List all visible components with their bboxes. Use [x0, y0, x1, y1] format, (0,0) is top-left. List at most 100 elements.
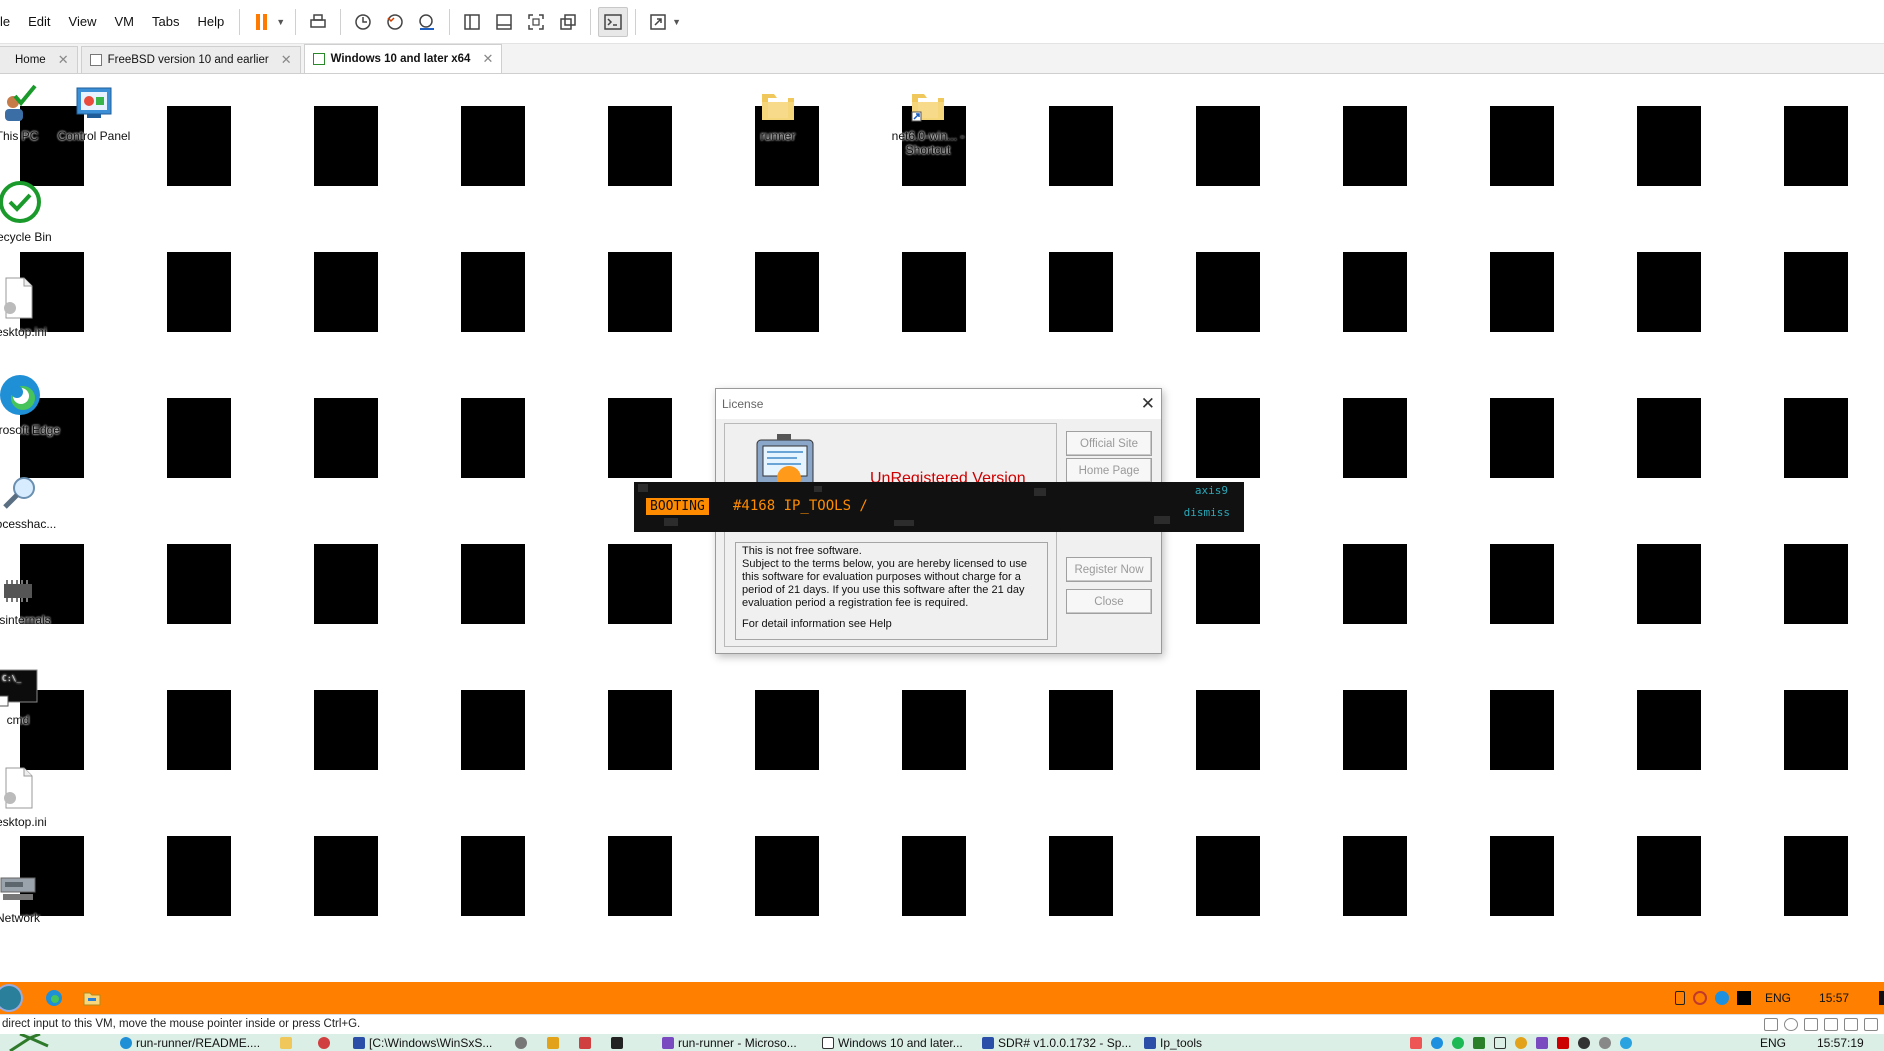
official-site-button[interactable]: Official Site: [1066, 431, 1152, 456]
revert-snapshot-button[interactable]: [380, 7, 410, 37]
spotify-icon[interactable]: [1452, 1036, 1464, 1049]
desktop-icon-cmd[interactable]: C:\_ cmd: [0, 668, 63, 727]
host-task-readme[interactable]: run-runner/README....: [120, 1034, 260, 1051]
desktop-icon-recycle-bin[interactable]: Recycle Bin: [0, 179, 65, 244]
sidebar-toggle-button[interactable]: [457, 7, 487, 37]
home-page-button[interactable]: Home Page: [1066, 458, 1152, 483]
app-icon[interactable]: [515, 1036, 527, 1049]
register-now-button[interactable]: Register Now: [1066, 557, 1152, 582]
host-task-sdr[interactable]: SDR# v1.0.0.1732 - Sp...: [982, 1034, 1131, 1051]
start-button[interactable]: [0, 982, 24, 1014]
skype-icon[interactable]: [1715, 991, 1729, 1005]
help-icon[interactable]: [1494, 1036, 1506, 1049]
message-icon[interactable]: [1864, 1018, 1878, 1031]
snapshot-manager-icon: [419, 13, 435, 30]
desktop-icon-control-panel[interactable]: Control Panel: [49, 84, 139, 143]
host-task-folder[interactable]: [280, 1034, 292, 1051]
chevron-down-icon[interactable]: ▼: [276, 17, 285, 27]
host-task-winsxs[interactable]: [C:\Windows\WinSxS...: [353, 1034, 492, 1051]
notification-icon[interactable]: [1879, 991, 1884, 1005]
taskbar-explorer-button[interactable]: [83, 982, 101, 1014]
close-button[interactable]: Close: [1066, 589, 1152, 614]
console-view-button[interactable]: [598, 6, 629, 37]
sound-icon[interactable]: [1824, 1018, 1838, 1031]
tray-icon[interactable]: [1431, 1036, 1443, 1049]
desktop-icon-desktop-ini[interactable]: desktop.ini: [0, 276, 63, 339]
host-clock[interactable]: 15:57:19: [1817, 1034, 1864, 1051]
host-language[interactable]: ENG: [1760, 1034, 1786, 1051]
desktop-icon-label: Microsoft Edge: [0, 423, 61, 437]
tab-freebsd[interactable]: FreeBSD version 10 and earlier ✕: [80, 46, 301, 73]
menu-view[interactable]: View: [60, 0, 106, 44]
tab-home[interactable]: Home ✕: [0, 46, 78, 73]
menu-tabs[interactable]: Tabs: [143, 0, 188, 44]
wallpaper-block: [608, 690, 672, 770]
wallpaper-block: [314, 106, 378, 186]
app-tray-icon[interactable]: [1737, 991, 1751, 1005]
desktop-icon-processhacker[interactable]: Processhac...: [0, 474, 65, 531]
ip-tools-icon: [1144, 1036, 1156, 1049]
taskbar-edge-button[interactable]: [45, 982, 63, 1014]
dialog-titlebar[interactable]: License ✕: [716, 389, 1161, 419]
app-icon[interactable]: [547, 1036, 559, 1049]
app-icon[interactable]: [579, 1036, 591, 1049]
app-icon[interactable]: [611, 1036, 623, 1049]
unity-button[interactable]: [553, 7, 583, 37]
wallpaper-block: [167, 836, 231, 916]
tray-icon[interactable]: [1536, 1036, 1548, 1049]
menu-file[interactable]: le: [0, 0, 19, 44]
thumbnail-button[interactable]: [489, 7, 519, 37]
usb-icon[interactable]: [1675, 991, 1685, 1005]
cd-icon[interactable]: [1784, 1018, 1798, 1031]
license-text: This is not free software. Subject to th…: [735, 542, 1048, 640]
fullscreen-button[interactable]: [521, 7, 551, 37]
tray-icon[interactable]: [1599, 1036, 1611, 1049]
host-task-app[interactable]: [318, 1034, 330, 1051]
keyboard-language[interactable]: ENG: [1765, 991, 1791, 1005]
desktop-icon-network[interactable]: Network: [0, 872, 63, 925]
host-task-visual-studio[interactable]: run-runner - Microso...: [662, 1034, 797, 1051]
network-adapter-icon[interactable]: [1804, 1018, 1818, 1031]
tray-icon[interactable]: [1473, 1036, 1485, 1049]
desktop-icon-microsoft-edge[interactable]: Microsoft Edge: [0, 372, 65, 437]
menu-vm[interactable]: VM: [105, 0, 143, 44]
desktop-icon-runner[interactable]: runner: [733, 84, 823, 143]
host-task-misc-icons: [515, 1034, 623, 1051]
guest-desktop[interactable]: This PC Control Panel runner net6.0-win.…: [0, 74, 1884, 982]
tray-icon[interactable]: [1557, 1036, 1569, 1049]
snapshot-button[interactable]: [348, 7, 378, 37]
desktop-icon-sysinternals[interactable]: Sysinternals: [0, 574, 63, 627]
display-icon[interactable]: [1844, 1018, 1858, 1031]
send-keys-button[interactable]: [303, 7, 333, 37]
menu-edit[interactable]: Edit: [19, 0, 59, 44]
edge-icon: [0, 375, 40, 415]
desktop-icon-label: desktop.ini: [0, 325, 47, 339]
dismiss-link[interactable]: dismiss: [1184, 506, 1230, 519]
wallpaper-block: [314, 690, 378, 770]
tray-icon[interactable]: [1578, 1036, 1590, 1049]
chevron-down-icon[interactable]: ▼: [672, 17, 681, 27]
desktop-icon-net6-shortcut[interactable]: net6.0-win... - Shortcut: [883, 84, 973, 157]
pause-button[interactable]: [247, 7, 277, 37]
status-message: direct input to this VM, move the mouse …: [2, 1018, 361, 1030]
host-task-vmware[interactable]: Windows 10 and later...: [822, 1034, 963, 1051]
tray-icon[interactable]: [1515, 1036, 1527, 1049]
desktop-icon-label: cmd: [6, 713, 30, 727]
telegram-icon[interactable]: [1620, 1036, 1632, 1049]
clock[interactable]: 15:57: [1819, 991, 1849, 1005]
desktop-icon-desktop-ini-2[interactable]: desktop.ini: [0, 766, 63, 829]
stretch-button[interactable]: [643, 7, 673, 37]
hdd-icon[interactable]: [1764, 1018, 1778, 1031]
thumbnail-icon: [496, 13, 512, 30]
tray-icon[interactable]: [1410, 1036, 1422, 1049]
close-icon[interactable]: ✕: [482, 51, 493, 67]
tab-windows10[interactable]: Windows 10 and later x64 ✕: [303, 44, 503, 73]
wallpaper-block: [167, 398, 231, 478]
network-tray-icon[interactable]: [1693, 991, 1707, 1005]
menu-help[interactable]: Help: [188, 0, 233, 44]
host-task-ip-tools[interactable]: Ip_tools: [1144, 1034, 1202, 1051]
close-icon[interactable]: ✕: [281, 52, 292, 68]
close-icon[interactable]: ✕: [1141, 394, 1155, 414]
close-icon[interactable]: ✕: [58, 52, 69, 68]
snapshot-manager-button[interactable]: [412, 7, 442, 37]
